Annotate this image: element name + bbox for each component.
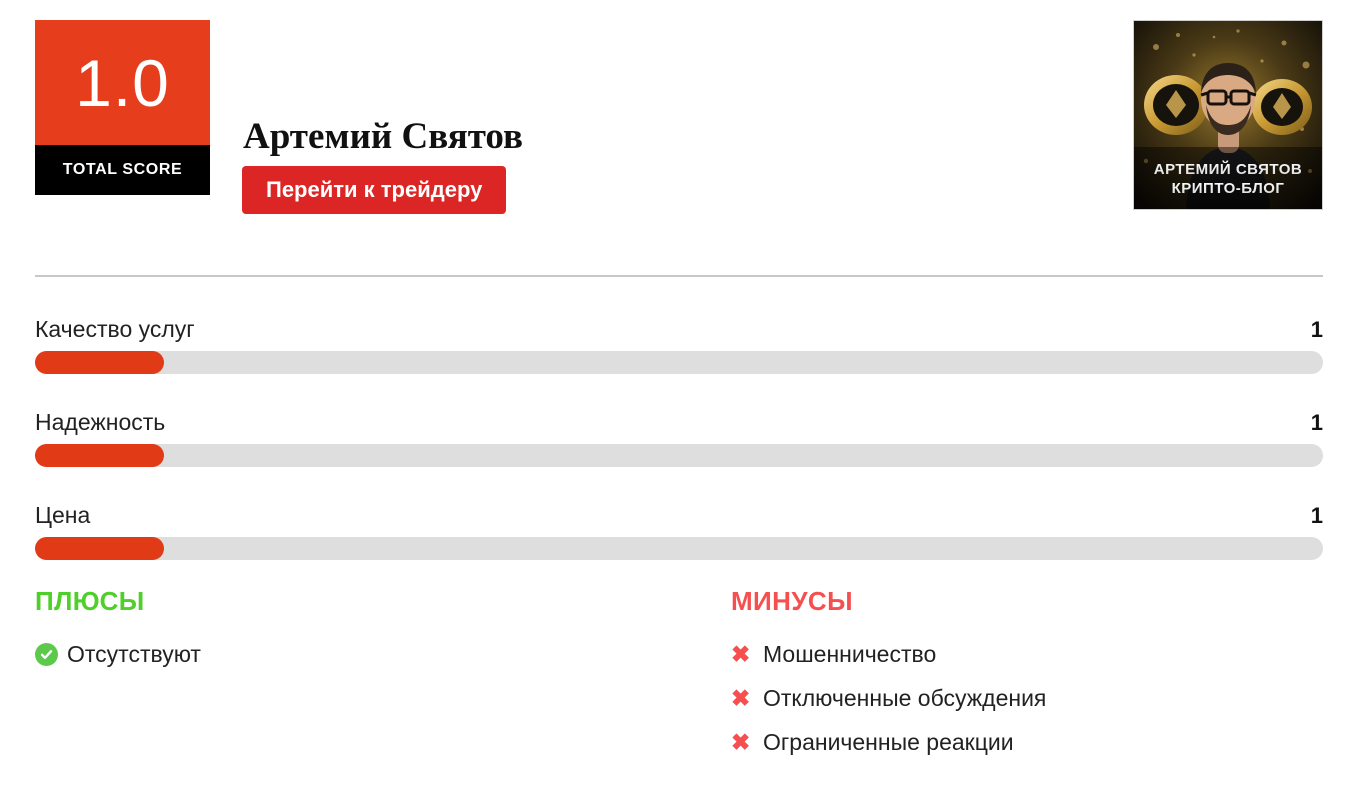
- cons-item-label: Отключенные обсуждения: [763, 684, 1047, 711]
- pros-cons-section: ПЛЮСЫ Отсутствуют МИНУСЫ ✖ Мошенничество…: [35, 588, 1323, 764]
- avatar-name-line2: КРИПТО-БЛОГ: [1172, 180, 1285, 197]
- avatar-name-line1: АРТЕМИЙ СВЯТОВ: [1154, 160, 1302, 178]
- rating-value: 1: [1310, 503, 1323, 528]
- section-divider: [35, 275, 1323, 277]
- rating-header: Надежность 1: [35, 409, 1323, 436]
- list-item: ✖ Ограниченные реакции: [731, 720, 1323, 764]
- rating-row: Цена 1: [35, 502, 1323, 560]
- rating-row: Качество услуг 1: [35, 316, 1323, 374]
- cons-column: МИНУСЫ ✖ Мошенничество ✖ Отключенные обс…: [679, 588, 1323, 764]
- go-to-trader-button[interactable]: Перейти к трейдеру: [242, 166, 507, 214]
- cons-item-label: Мошенничество: [763, 640, 937, 667]
- pros-item-label: Отсутствуют: [67, 640, 201, 667]
- review-card: 1.0 TOTAL SCORE Артемий Святов Перейти к…: [0, 0, 1356, 807]
- cons-item-label: Ограниченные реакции: [763, 728, 1014, 755]
- list-item: Отсутствуют: [35, 632, 679, 676]
- list-item: ✖ Мошенничество: [731, 632, 1323, 676]
- cons-heading: МИНУСЫ: [731, 586, 853, 616]
- total-score-caption: TOTAL SCORE: [62, 161, 183, 178]
- rating-fill: [35, 537, 164, 560]
- total-score-value: 1.0: [75, 45, 170, 120]
- rating-value: 1: [1310, 410, 1323, 435]
- page-title: Артемий Святов: [243, 115, 523, 157]
- cross-icon: ✖: [731, 684, 751, 711]
- pros-list: Отсутствуют: [35, 632, 679, 676]
- score-caption-area: TOTAL SCORE: [35, 145, 210, 195]
- total-score-badge: 1.0 TOTAL SCORE: [35, 20, 210, 195]
- rating-label: Цена: [35, 502, 91, 528]
- rating-label: Качество услуг: [35, 316, 195, 342]
- score-value-area: 1.0: [35, 20, 210, 145]
- list-item: ✖ Отключенные обсуждения: [731, 676, 1323, 720]
- rating-row: Надежность 1: [35, 409, 1323, 467]
- cons-list: ✖ Мошенничество ✖ Отключенные обсуждения…: [731, 632, 1323, 764]
- check-circle-icon: [35, 642, 67, 666]
- cross-icon: ✖: [731, 728, 751, 755]
- cross-icon: ✖: [731, 640, 751, 667]
- rating-track: [35, 444, 1323, 467]
- review-header: 1.0 TOTAL SCORE Артемий Святов Перейти к…: [35, 20, 1323, 215]
- rating-header: Цена 1: [35, 502, 1323, 529]
- rating-track: [35, 537, 1323, 560]
- pros-heading: ПЛЮСЫ: [35, 586, 145, 616]
- rating-fill: [35, 444, 164, 467]
- rating-track: [35, 351, 1323, 374]
- rating-label: Надежность: [35, 409, 166, 435]
- trader-avatar: АРТЕМИЙ СВЯТОВ КРИПТО-БЛОГ: [1133, 20, 1323, 210]
- pros-column: ПЛЮСЫ Отсутствуют: [35, 588, 679, 764]
- rating-value: 1: [1310, 317, 1323, 342]
- rating-header: Качество услуг 1: [35, 316, 1323, 343]
- ratings-list: Качество услуг 1 Надежность 1 Цена 1: [35, 316, 1323, 560]
- rating-fill: [35, 351, 164, 374]
